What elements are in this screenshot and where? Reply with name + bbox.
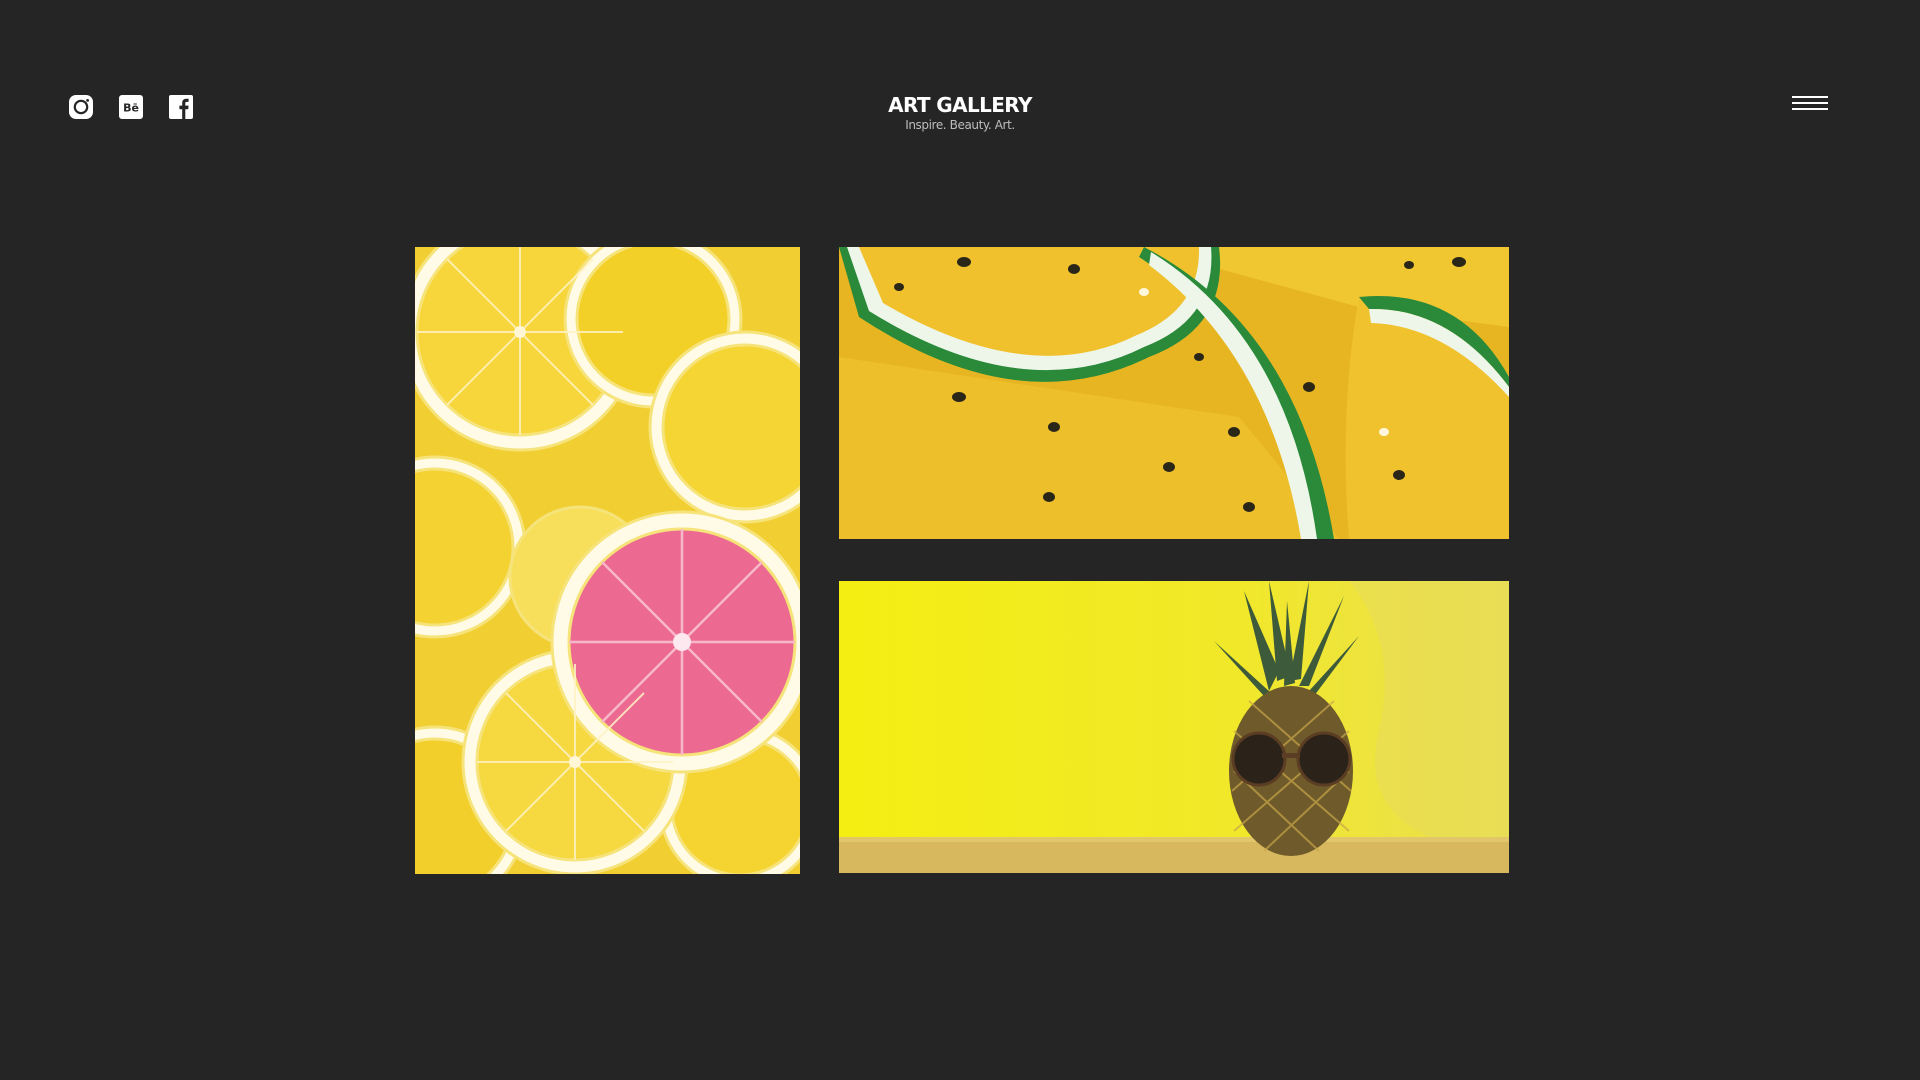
hamburger-menu-icon[interactable] xyxy=(1792,96,1828,116)
lemons-image xyxy=(415,247,800,874)
site-brand[interactable]: ART GALLERY Inspire. Beauty. Art. xyxy=(0,92,1920,132)
gallery-image-pineapple[interactable] xyxy=(839,581,1509,873)
watermelon-image xyxy=(839,247,1509,539)
site-title[interactable]: ART GALLERY xyxy=(0,92,1920,118)
gallery-image-watermelon[interactable] xyxy=(839,247,1509,539)
site-tagline: Inspire. Beauty. Art. xyxy=(905,118,1015,132)
pineapple-image xyxy=(839,581,1509,873)
gallery-image-lemons[interactable] xyxy=(415,247,800,874)
gallery-page: Bē ART GALLERY Inspire. Beauty. Art. xyxy=(0,0,1920,1080)
